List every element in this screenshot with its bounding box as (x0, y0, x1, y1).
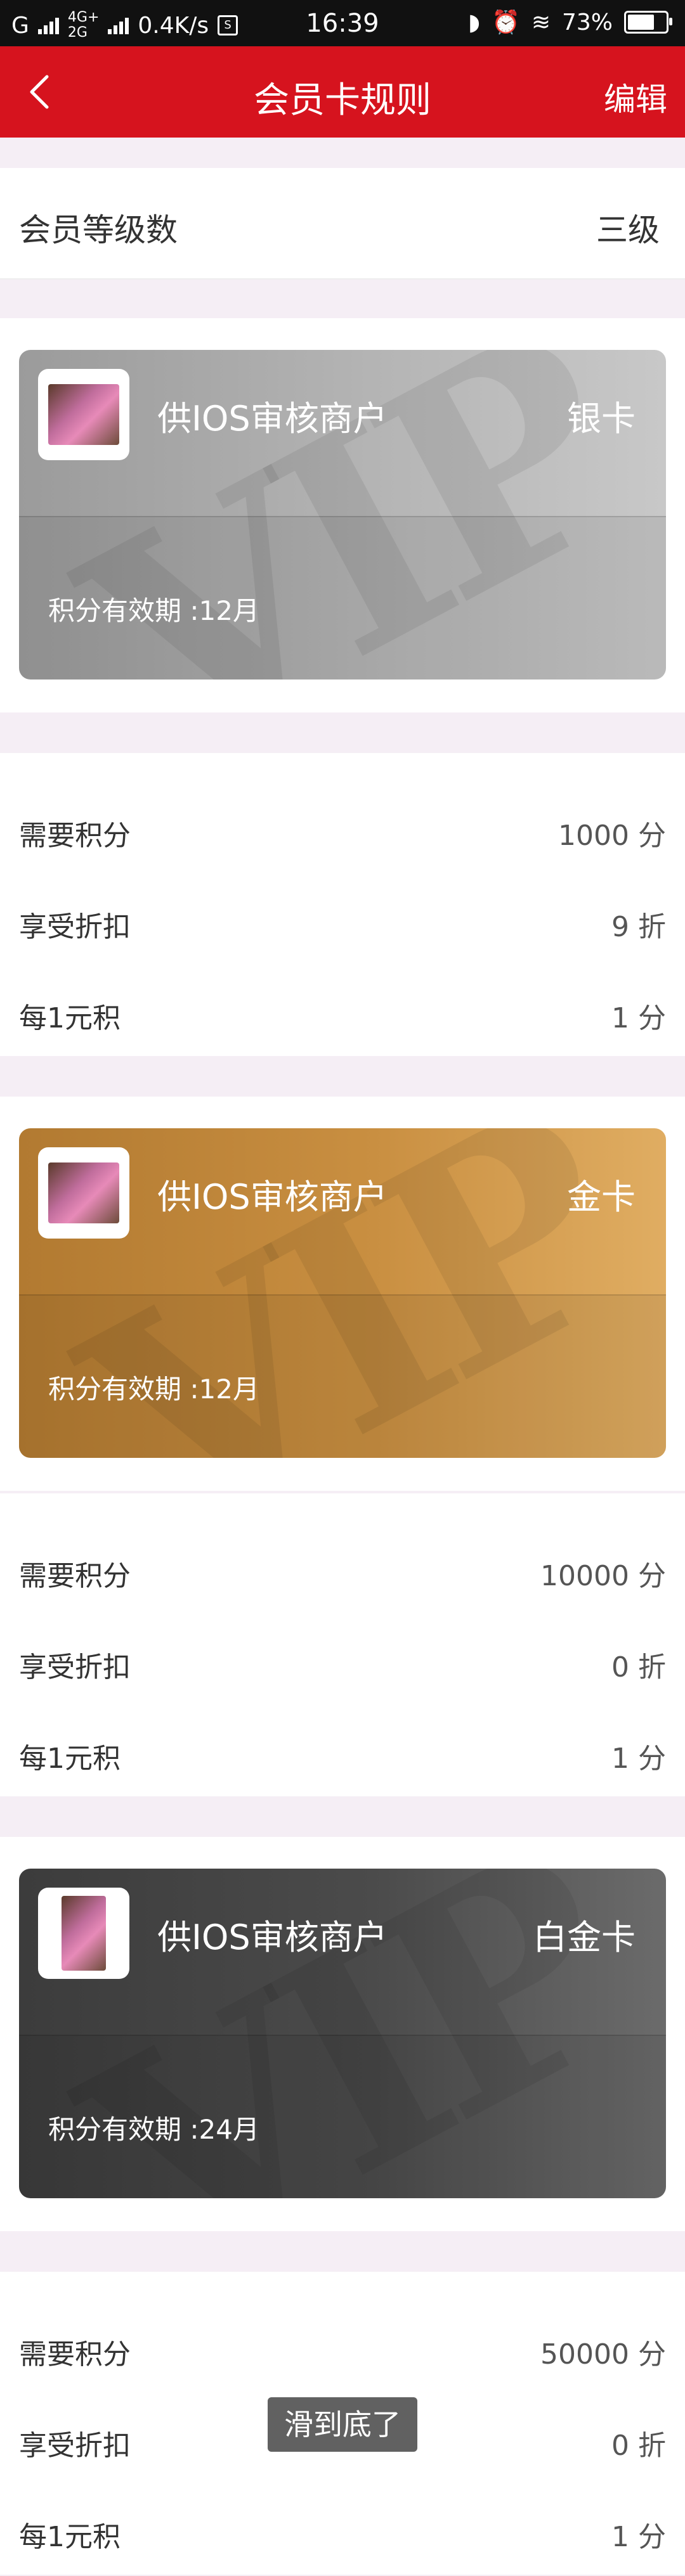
page-title: 会员卡规则 (254, 80, 431, 121)
merchant-photo (62, 1896, 106, 1971)
points-validity: 积分有效期 :24月 (48, 2114, 259, 2145)
card-info-gold: 需要积分 10000 分 享受折扣 0 折 每1元积 1 分 (0, 1493, 685, 1796)
edit-button[interactable]: 编辑 (604, 74, 667, 120)
level-count-value: 三级 (596, 212, 660, 248)
card-section-gold: VIP 供IOS审核商户 金卡 积分有效期 :12月 (0, 1097, 685, 1491)
info-label: 享受折扣 (19, 911, 131, 943)
battery-percent: 73% (561, 9, 613, 35)
alarm-icon: ⏰ (491, 10, 520, 35)
info-value: 0 折 (611, 2430, 666, 2462)
moon-icon: ◗ (468, 9, 480, 35)
info-label: 每1元积 (19, 2521, 121, 2553)
battery-fill (628, 15, 654, 30)
merchant-name: 供IOS审核商户 (157, 399, 388, 439)
info-label: 享受折扣 (19, 1651, 131, 1684)
info-row-discount: 享受折扣 0 折 (0, 1615, 685, 1706)
battery-icon (624, 11, 672, 34)
info-label: 每1元积 (19, 1742, 121, 1775)
level-count-row[interactable]: 会员等级数 三级 (0, 168, 685, 280)
info-value: 50000 分 (540, 2338, 666, 2371)
wifi-icon: ≋ (531, 9, 551, 35)
card-tier: 金卡 (567, 1177, 636, 1217)
status-right: ◗ ⏰ ≋ 73% (468, 9, 672, 35)
info-value: 1 分 (611, 1742, 666, 1775)
member-card-platinum[interactable]: VIP 供IOS审核商户 白金卡 积分有效期 :24月 (19, 1869, 666, 2198)
card-tier: 银卡 (567, 399, 636, 439)
card-section-platinum: VIP 供IOS审核商户 白金卡 积分有效期 :24月 (0, 1837, 685, 2231)
info-row-points: 需要积分 1000 分 (0, 783, 685, 875)
info-value: 1 分 (611, 1002, 666, 1034)
merchant-photo (48, 384, 119, 445)
info-value: 1000 分 (558, 820, 666, 852)
info-row-points: 需要积分 50000 分 (0, 2302, 685, 2393)
merchant-name: 供IOS审核商户 (157, 1917, 388, 1957)
info-row-earn-rate: 每1元积 1 分 (0, 2485, 685, 2576)
info-value: 1 分 (611, 2521, 666, 2553)
level-count-label: 会员等级数 (19, 212, 178, 248)
merchant-logo (38, 1888, 129, 1979)
card-info-silver: 需要积分 1000 分 享受折扣 9 折 每1元积 1 分 (0, 753, 685, 1056)
member-card-silver[interactable]: VIP 供IOS审核商户 银卡 积分有效期 :12月 (19, 350, 666, 679)
status-bar: G 4G+ 2G 0.4K/s S 16:39 ◗ ⏰ ≋ 73% (0, 0, 685, 46)
info-row-earn-rate: 每1元积 1 分 (0, 1706, 685, 1798)
merchant-logo (38, 1147, 129, 1239)
end-of-list-toast: 滑到底了 (268, 2397, 417, 2452)
info-value: 10000 分 (540, 1560, 666, 1592)
points-validity: 积分有效期 :12月 (48, 1374, 259, 1405)
nav-bar: 会员卡规则 编辑 (0, 46, 685, 138)
info-row-discount: 享受折扣 9 折 (0, 875, 685, 966)
member-card-gold[interactable]: VIP 供IOS审核商户 金卡 积分有效期 :12月 (19, 1128, 666, 1458)
info-value: 9 折 (611, 911, 666, 943)
card-tier: 白金卡 (533, 1917, 636, 1957)
info-value: 0 折 (611, 1651, 666, 1684)
points-validity: 积分有效期 :12月 (48, 595, 259, 626)
info-label: 每1元积 (19, 1002, 121, 1034)
info-row-earn-rate: 每1元积 1 分 (0, 966, 685, 1057)
info-label: 需要积分 (19, 820, 131, 852)
merchant-name: 供IOS审核商户 (157, 1177, 388, 1217)
merchant-photo (48, 1162, 119, 1223)
info-row-points: 需要积分 10000 分 (0, 1524, 685, 1615)
info-label: 享受折扣 (19, 2430, 131, 2462)
info-label: 需要积分 (19, 2338, 131, 2371)
card-section-silver: VIP 供IOS审核商户 银卡 积分有效期 :12月 (0, 318, 685, 712)
merchant-logo (38, 369, 129, 460)
info-label: 需要积分 (19, 1560, 131, 1592)
